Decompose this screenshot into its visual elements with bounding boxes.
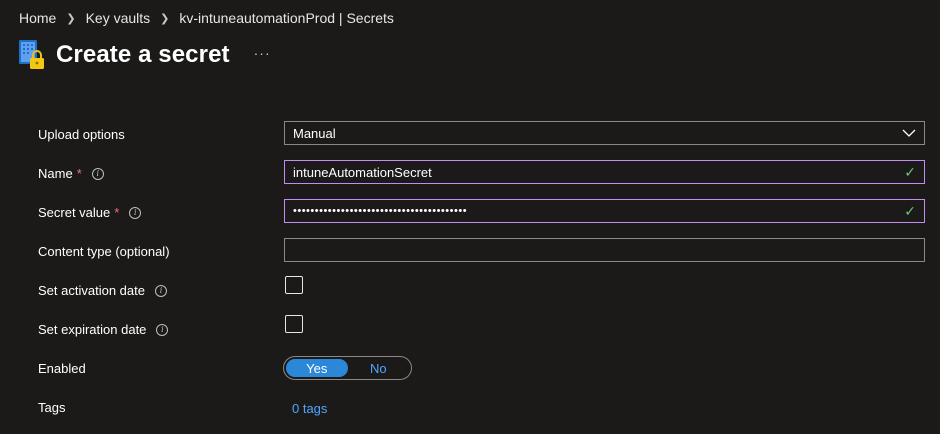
create-secret-page: Home ❯ Key vaults ❯ kv-intuneautomationP… [0,0,940,434]
info-icon[interactable]: i [129,206,142,219]
page-header: Create a secret ··· [18,38,271,72]
name-label: Name * i [38,166,104,181]
info-icon[interactable]: i [91,167,104,180]
content-type-row: Content type (optional) [0,238,940,268]
required-marker: * [114,205,120,220]
activation-date-checkbox[interactable] [285,276,303,294]
chevron-down-icon [902,129,916,137]
name-input-value: intuneAutomationSecret [293,164,432,180]
secret-value-label-text: Secret value [38,205,111,220]
secret-value-masked: •••••••••••••••••••••••••••••••••••••••• [293,205,468,217]
activation-date-label: Set activation date i [38,283,167,298]
tags-row: Tags 0 tags [0,394,940,424]
content-type-label-text: Content type (optional) [38,244,170,259]
secret-value-label: Secret value * i [38,205,142,220]
enabled-row: Enabled Yes No [0,355,940,385]
secret-value-row: Secret value * i •••••••••••••••••••••••… [0,199,940,229]
expiration-date-checkbox[interactable] [285,315,303,333]
upload-options-label-text: Upload options [38,127,125,142]
info-icon[interactable]: i [156,323,169,336]
enabled-toggle: Yes No [283,356,412,380]
chevron-right-icon: ❯ [66,12,76,25]
upload-options-label: Upload options [38,127,125,142]
info-icon[interactable]: i [154,284,167,297]
name-input[interactable]: intuneAutomationSecret ✓ [284,160,925,184]
checkmark-icon: ✓ [904,203,916,219]
secret-value-input[interactable]: ••••••••••••••••••••••••••••••••••••••••… [284,199,925,223]
name-label-text: Name [38,166,73,181]
more-options-button[interactable]: ··· [254,45,271,61]
upload-options-row: Upload options Manual [0,121,940,151]
name-row: Name * i intuneAutomationSecret ✓ [0,160,940,190]
content-type-input[interactable] [284,238,925,262]
page-title: Create a secret [56,41,230,68]
expiration-date-label-text: Set expiration date [38,322,147,337]
content-type-label: Content type (optional) [38,244,170,259]
enabled-label-text: Enabled [38,361,86,376]
upload-options-value: Manual [293,125,336,141]
enabled-label: Enabled [38,361,86,376]
breadcrumb: Home ❯ Key vaults ❯ kv-intuneautomationP… [19,10,394,26]
tags-label-text: Tags [38,400,66,415]
enabled-yes-option[interactable]: Yes [286,359,348,377]
checkmark-icon: ✓ [904,164,916,180]
enabled-no-option[interactable]: No [348,359,410,377]
breadcrumb-home[interactable]: Home [19,10,56,26]
activation-date-label-text: Set activation date [38,283,145,298]
tags-link[interactable]: 0 tags [292,401,327,416]
upload-options-select[interactable]: Manual [284,121,925,145]
breadcrumb-key-vaults[interactable]: Key vaults [86,10,151,26]
tags-label: Tags [38,400,65,415]
activation-date-row: Set activation date i [0,276,940,307]
required-marker: * [76,166,82,181]
key-vault-lock-icon [19,40,44,69]
chevron-right-icon: ❯ [160,12,170,25]
expiration-date-row: Set expiration date i [0,315,940,346]
breadcrumb-vault-secrets[interactable]: kv-intuneautomationProd | Secrets [179,10,394,26]
expiration-date-label: Set expiration date i [38,322,169,337]
